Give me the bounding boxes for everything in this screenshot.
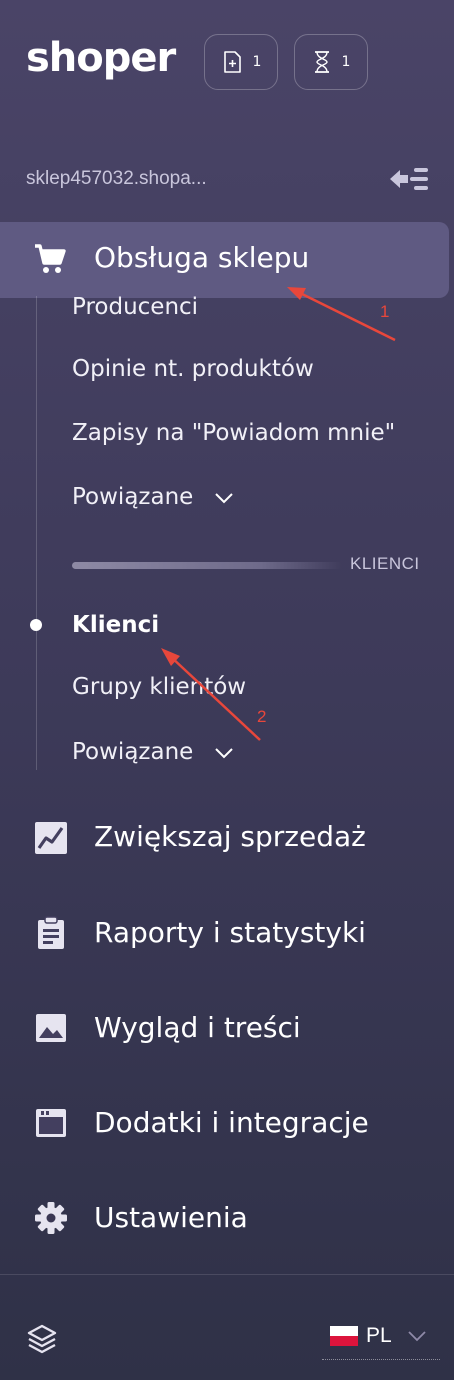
annotation-number-2: 2 (257, 707, 267, 726)
annotation-arrow-2 (161, 648, 261, 741)
annotation-number-1: 1 (380, 302, 390, 321)
annotation-arrow-1 (287, 287, 396, 342)
sidebar: shoper 1 1 sklep457032.shopa... Obsługa … (0, 0, 454, 1380)
annotation-arrows (161, 287, 396, 741)
